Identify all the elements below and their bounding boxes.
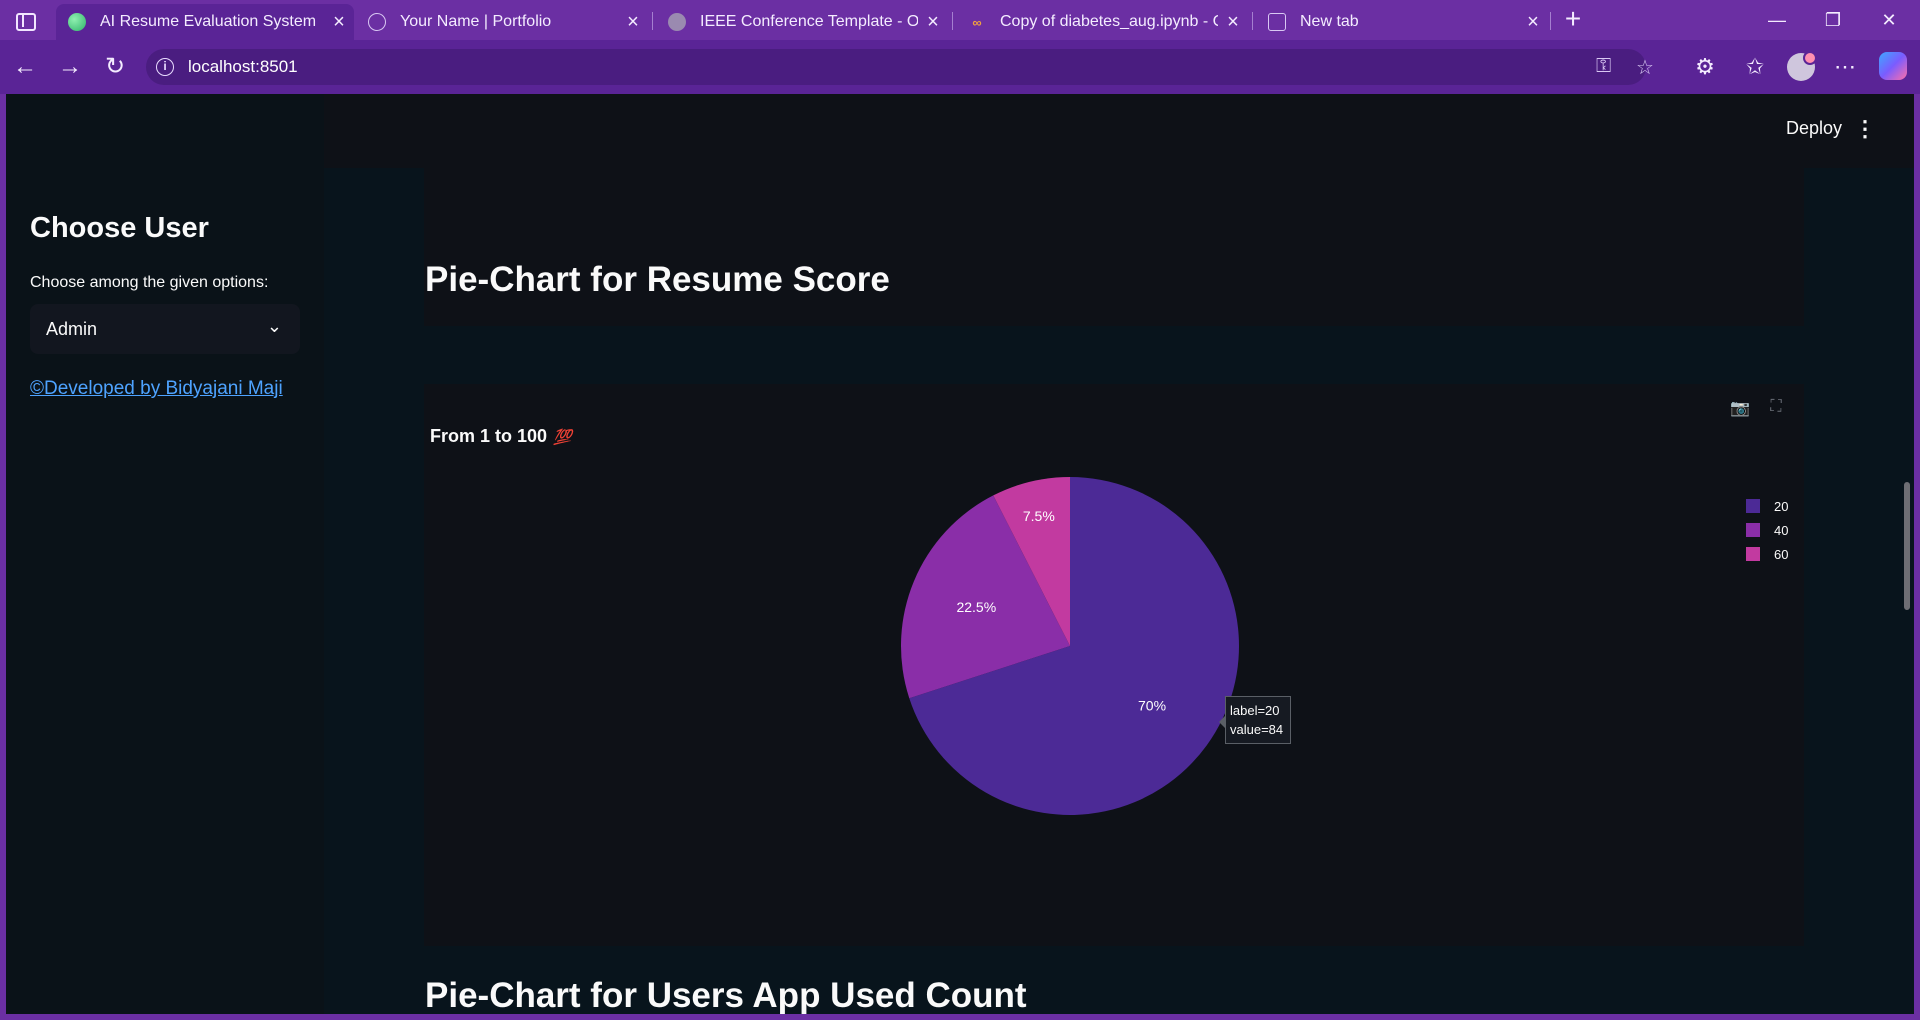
legend-swatch (1746, 547, 1760, 561)
chevron-down-icon: ⌄ (266, 316, 282, 336)
legend-swatch (1746, 523, 1760, 537)
legend-item-20[interactable]: 20 (1746, 494, 1788, 518)
tab-title: Copy of diabetes_aug.ipynb - Col (1000, 13, 1218, 30)
legend-label: 40 (1774, 522, 1789, 538)
tab-separator (1252, 12, 1253, 30)
legend-item-40[interactable]: 40 (1746, 518, 1788, 542)
overleaf-icon (668, 13, 686, 31)
url-input[interactable]: i localhost:8501 ⚿ ☆ (146, 49, 1654, 85)
new-tab-page-icon (1268, 13, 1286, 31)
close-tab-icon[interactable]: × (618, 11, 648, 34)
legend-label: 60 (1774, 546, 1789, 562)
close-window-icon[interactable]: ✕ (1866, 6, 1912, 34)
tooltip-value-line: value=84 (1230, 722, 1284, 737)
reload-icon[interactable]: ↻ (100, 52, 130, 82)
favorite-star-icon[interactable]: ☆ (1636, 55, 1654, 80)
section-heading-app-used-count: Pie-Chart for Users App Used Count (425, 976, 1027, 1014)
developer-link[interactable]: ©Developed by Bidyajani Maji (30, 378, 283, 400)
sidebar: Choose User Choose among the given optio… (6, 94, 324, 1014)
pie-percent-label: 22.5% (956, 599, 996, 615)
password-key-icon[interactable]: ⚿ (1596, 55, 1611, 78)
user-select[interactable]: Admin ⌄ (30, 304, 300, 354)
legend-label: 20 (1774, 498, 1789, 514)
legend-swatch (1746, 499, 1760, 513)
chart-legend: 20 40 60 (1746, 494, 1788, 566)
tab-ieee-template[interactable]: IEEE Conference Template - Online × (656, 4, 948, 40)
tab-title: New tab (1300, 13, 1359, 30)
restore-icon[interactable]: ❐ (1810, 6, 1856, 34)
tab-resume-evaluation[interactable]: AI Resume Evaluation System × (56, 4, 354, 40)
pie-percent-label: 7.5% (1023, 508, 1055, 524)
tab-title: IEEE Conference Template - Online (700, 13, 918, 30)
tab-separator (1550, 12, 1551, 30)
tab-separator (952, 12, 953, 30)
forward-arrow-icon[interactable]: → (55, 52, 85, 82)
page-scrollbar[interactable] (1904, 482, 1910, 610)
close-tab-icon[interactable]: × (324, 11, 354, 34)
tooltip-label-line: label=20 (1230, 703, 1280, 718)
extensions-icon[interactable]: ⚙ (1690, 52, 1720, 82)
address-bar-row: ← → ↻ i localhost:8501 ⚿ ☆ ⚙ ✩ ⋯ (0, 40, 1920, 94)
favorites-icon[interactable]: ✩ (1740, 52, 1770, 82)
pie-chart-svg: 70% 22.5% 7.5% (901, 477, 1239, 815)
section-heading-resume-score: Pie-Chart for Resume Score (425, 260, 890, 299)
close-tab-icon[interactable]: × (1518, 11, 1548, 34)
minimize-icon[interactable]: — (1754, 6, 1800, 34)
url-text: localhost:8501 (188, 57, 298, 76)
tab-title: AI Resume Evaluation System (100, 13, 317, 30)
copilot-icon[interactable] (1879, 52, 1907, 80)
tab-actions-icon[interactable] (12, 8, 38, 32)
main-menu-icon[interactable]: ⋮ (1854, 116, 1876, 142)
tab-title: Your Name | Portfolio (400, 13, 552, 30)
pie-percent-label: 70% (1138, 698, 1166, 714)
tab-separator (652, 12, 653, 30)
colab-icon: ∞ (972, 14, 982, 30)
app-viewport: Choose User Choose among the given optio… (6, 94, 1914, 1014)
new-tab-plus-icon[interactable]: + (1558, 4, 1588, 34)
profile-avatar[interactable] (1787, 51, 1817, 81)
select-label: Choose among the given options: (30, 274, 269, 291)
close-tab-icon[interactable]: × (918, 11, 948, 34)
app-header: Deploy ⋮ (324, 94, 1914, 168)
close-tab-icon[interactable]: × (1218, 11, 1248, 34)
tab-new-tab[interactable]: New tab × (1256, 4, 1548, 40)
select-value: Admin (46, 319, 98, 339)
globe-icon (368, 13, 386, 31)
streamlit-favicon-icon (68, 13, 86, 31)
browser-tab-bar: AI Resume Evaluation System × Your Name … (0, 0, 1920, 40)
tab-colab-notebook[interactable]: ∞ Copy of diabetes_aug.ipynb - Col × (956, 4, 1248, 40)
pie-chart-card: 📷 ⛶ From 1 to 100 💯 70% 22.5% 7.5% 20 40 60 (424, 384, 1804, 946)
more-menu-icon[interactable]: ⋯ (1830, 52, 1860, 82)
site-info-icon[interactable]: i (156, 58, 174, 76)
deploy-button[interactable]: Deploy (1786, 118, 1842, 139)
back-arrow-icon[interactable]: ← (10, 52, 40, 82)
hover-tooltip: label=20 value=84 (1219, 696, 1291, 744)
sidebar-title: Choose User (30, 212, 209, 244)
legend-item-60[interactable]: 60 (1746, 542, 1788, 566)
tab-portfolio[interactable]: Your Name | Portfolio × (356, 4, 648, 40)
